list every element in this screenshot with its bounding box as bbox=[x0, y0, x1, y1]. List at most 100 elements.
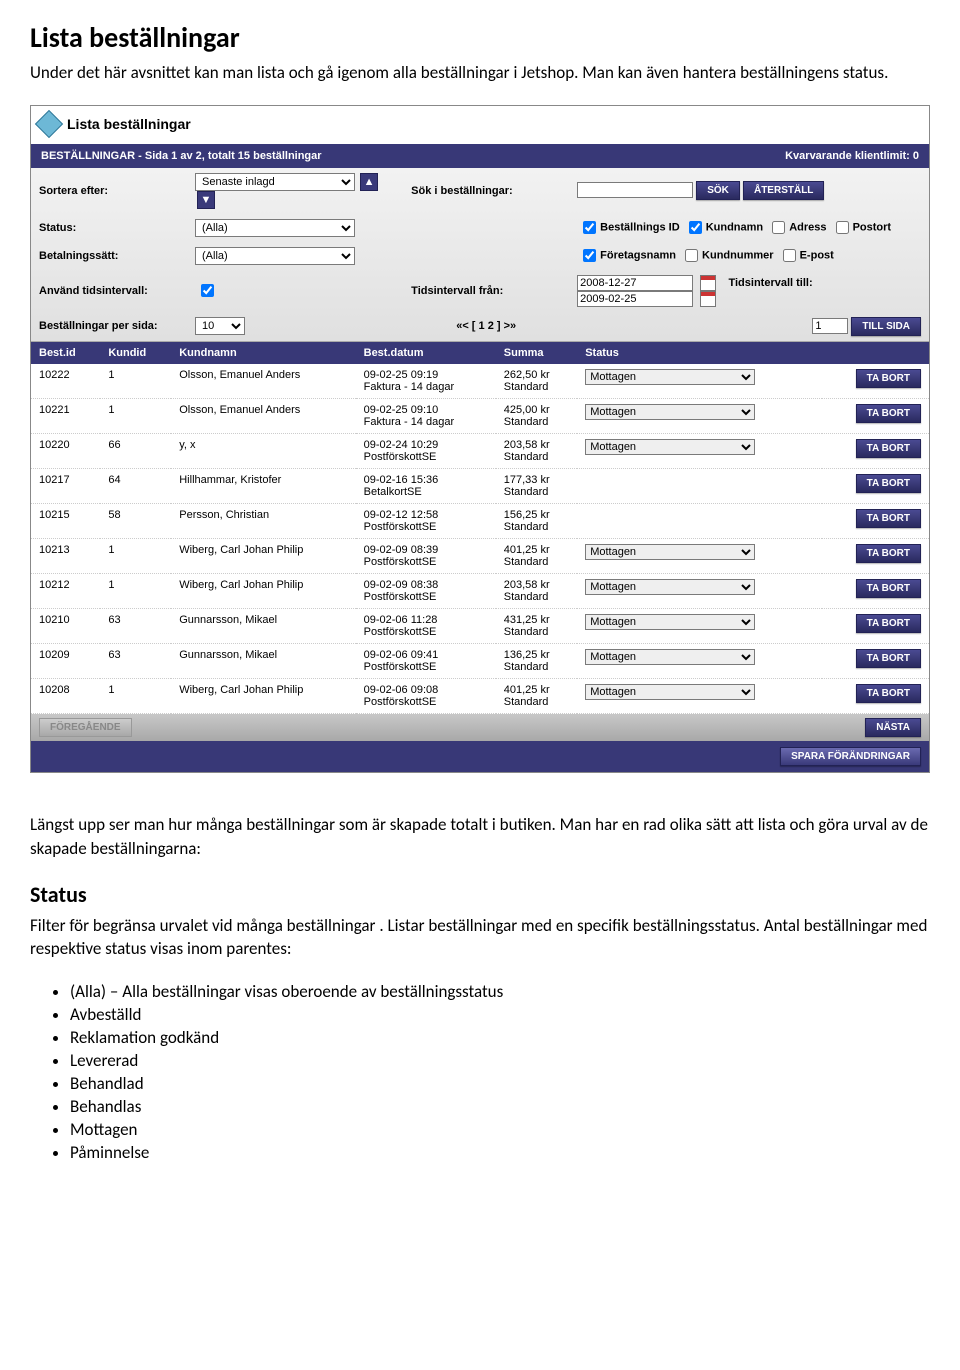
delete-button[interactable]: TA BORT bbox=[856, 474, 921, 493]
orders-table: Best.id Kundid Kundnamn Best.datum Summa… bbox=[31, 342, 929, 714]
table-row: 102221Olsson, Emanuel Anders09-02-25 09:… bbox=[31, 364, 929, 399]
from-input[interactable] bbox=[577, 275, 693, 291]
cell-bestid[interactable]: 10210 bbox=[31, 608, 100, 643]
row-status-select[interactable]: Mottagen bbox=[585, 404, 755, 420]
row-status-select[interactable]: Mottagen bbox=[585, 614, 755, 630]
cell-sum: 262,50 krStandard bbox=[496, 364, 577, 399]
to-input[interactable] bbox=[577, 291, 693, 307]
diamond-icon bbox=[35, 110, 63, 138]
calendar-icon[interactable] bbox=[700, 291, 716, 307]
delete-button[interactable]: TA BORT bbox=[856, 614, 921, 633]
cell-status: Mottagen bbox=[577, 364, 822, 399]
cell-kundnamn[interactable]: Olsson, Emanuel Anders bbox=[171, 364, 355, 399]
delete-button[interactable]: TA BORT bbox=[856, 439, 921, 458]
row-status-select[interactable]: Mottagen bbox=[585, 439, 755, 455]
payment-select[interactable]: (Alla) bbox=[195, 247, 355, 265]
delete-button[interactable]: TA BORT bbox=[856, 544, 921, 563]
cell-bestid[interactable]: 10215 bbox=[31, 503, 100, 538]
label-interval: Använd tidsintervall: bbox=[31, 270, 187, 312]
cell-date: 09-02-16 15:36BetalkortSE bbox=[356, 468, 496, 503]
row-status-select[interactable]: Mottagen bbox=[585, 544, 755, 560]
col-kundid: Kundid bbox=[100, 342, 171, 364]
cell-kundnamn[interactable]: Persson, Christian bbox=[171, 503, 355, 538]
row-status-select[interactable]: Mottagen bbox=[585, 579, 755, 595]
cell-bestid[interactable]: 10222 bbox=[31, 364, 100, 399]
cell-date: 09-02-12 12:58PostförskottSE bbox=[356, 503, 496, 538]
lbl-kundnr: Kundnummer bbox=[702, 250, 774, 262]
cell-kundnamn[interactable]: Olsson, Emanuel Anders bbox=[171, 398, 355, 433]
prev-button[interactable]: FÖREGÅENDE bbox=[39, 718, 132, 737]
row-status-select[interactable]: Mottagen bbox=[585, 369, 755, 385]
cell-bestid[interactable]: 10208 bbox=[31, 678, 100, 713]
cell-date: 09-02-09 08:39PostförskottSE bbox=[356, 538, 496, 573]
filters-panel: Sortera efter: Senaste inlagd ▲ ▼ Sök i … bbox=[31, 168, 929, 342]
cb-bestid[interactable] bbox=[583, 221, 596, 234]
next-button[interactable]: NÄSTA bbox=[865, 718, 921, 737]
cell-status: Mottagen bbox=[577, 643, 822, 678]
sort-select[interactable]: Senaste inlagd bbox=[195, 173, 355, 191]
sort-asc-button[interactable]: ▲ bbox=[360, 173, 378, 191]
label-status: Status: bbox=[31, 214, 187, 242]
label-to: Tidsintervall till: bbox=[728, 277, 812, 289]
pager[interactable]: «< [ 1 2 ] >» bbox=[403, 312, 569, 341]
cell-bestid[interactable]: 10213 bbox=[31, 538, 100, 573]
cb-epost[interactable] bbox=[783, 249, 796, 262]
list-item: Påminnelse bbox=[70, 1142, 930, 1163]
search-input[interactable] bbox=[577, 182, 693, 198]
status-select[interactable]: (Alla) bbox=[195, 219, 355, 237]
delete-button[interactable]: TA BORT bbox=[856, 369, 921, 388]
status-heading: Status bbox=[30, 881, 930, 908]
table-row: 102081Wiberg, Carl Johan Philip09-02-06 … bbox=[31, 678, 929, 713]
cell-kundnamn[interactable]: Hillhammar, Kristofer bbox=[171, 468, 355, 503]
cell-bestid[interactable]: 10209 bbox=[31, 643, 100, 678]
cell-kundnamn[interactable]: Gunnarsson, Mikael bbox=[171, 643, 355, 678]
cell-kundnamn[interactable]: Gunnarsson, Mikael bbox=[171, 608, 355, 643]
search-button[interactable]: SÖK bbox=[696, 181, 740, 200]
cell-status: Mottagen bbox=[577, 538, 822, 573]
save-button[interactable]: SPARA FÖRÄNDRINGAR bbox=[780, 747, 921, 766]
row-status-select[interactable]: Mottagen bbox=[585, 649, 755, 665]
cell-status bbox=[577, 503, 822, 538]
cell-kundnamn[interactable]: Wiberg, Carl Johan Philip bbox=[171, 538, 355, 573]
cell-sum: 401,25 krStandard bbox=[496, 538, 577, 573]
table-row: 102211Olsson, Emanuel Anders09-02-25 09:… bbox=[31, 398, 929, 433]
cb-foretag[interactable] bbox=[583, 249, 596, 262]
cb-kundnr[interactable] bbox=[685, 249, 698, 262]
cell-bestid[interactable]: 10217 bbox=[31, 468, 100, 503]
reset-button[interactable]: ÅTERSTÄLL bbox=[743, 181, 824, 200]
cell-bestid[interactable]: 10212 bbox=[31, 573, 100, 608]
page-input[interactable] bbox=[812, 318, 848, 334]
cell-kundnamn[interactable]: Wiberg, Carl Johan Philip bbox=[171, 678, 355, 713]
delete-button[interactable]: TA BORT bbox=[856, 684, 921, 703]
col-status: Status bbox=[577, 342, 822, 364]
table-row: 1022066y, x09-02-24 10:29PostförskottSE2… bbox=[31, 433, 929, 468]
perpage-select[interactable]: 10 bbox=[195, 317, 245, 335]
list-item: Levererad bbox=[70, 1050, 930, 1071]
table-row: 1021764Hillhammar, Kristofer09-02-16 15:… bbox=[31, 468, 929, 503]
delete-button[interactable]: TA BORT bbox=[856, 404, 921, 423]
list-item: Avbeställd bbox=[70, 1004, 930, 1025]
cell-kundnamn[interactable]: y, x bbox=[171, 433, 355, 468]
cb-adress[interactable] bbox=[772, 221, 785, 234]
cell-kundid: 64 bbox=[100, 468, 171, 503]
cb-postort[interactable] bbox=[836, 221, 849, 234]
cell-kundnamn[interactable]: Wiberg, Carl Johan Philip bbox=[171, 573, 355, 608]
cb-interval[interactable] bbox=[201, 284, 214, 297]
sort-desc-button[interactable]: ▼ bbox=[197, 191, 215, 209]
label-perpage: Beställningar per sida: bbox=[31, 312, 187, 341]
delete-button[interactable]: TA BORT bbox=[856, 579, 921, 598]
col-kundnamn: Kundnamn bbox=[171, 342, 355, 364]
delete-button[interactable]: TA BORT bbox=[856, 649, 921, 668]
row-status-select[interactable]: Mottagen bbox=[585, 684, 755, 700]
cell-date: 09-02-24 10:29PostförskottSE bbox=[356, 433, 496, 468]
list-item: Reklamation godkänd bbox=[70, 1027, 930, 1048]
goto-page-button[interactable]: TILL SIDA bbox=[851, 317, 921, 336]
cell-bestid[interactable]: 10221 bbox=[31, 398, 100, 433]
delete-button[interactable]: TA BORT bbox=[856, 509, 921, 528]
calendar-icon[interactable] bbox=[700, 275, 716, 291]
cell-date: 09-02-06 11:28PostförskottSE bbox=[356, 608, 496, 643]
cb-kundnamn[interactable] bbox=[689, 221, 702, 234]
cell-bestid[interactable]: 10220 bbox=[31, 433, 100, 468]
cell-status: Mottagen bbox=[577, 608, 822, 643]
cell-sum: 401,25 krStandard bbox=[496, 678, 577, 713]
